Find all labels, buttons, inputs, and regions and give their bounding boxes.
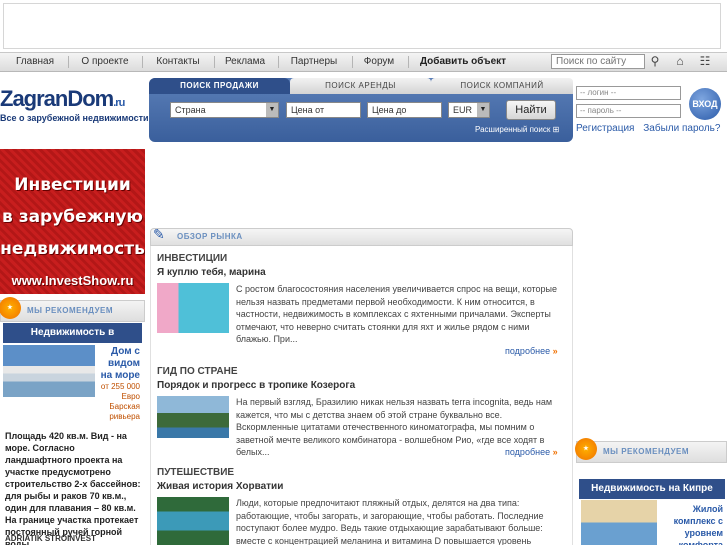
chevron-down-icon: ▼	[266, 103, 278, 117]
login-field[interactable]: -- логин --	[576, 86, 681, 100]
price-to-placeholder: Цена до	[372, 105, 407, 115]
country-select[interactable]: Страна ▼	[170, 102, 279, 118]
more-link[interactable]: подробнее »	[505, 346, 558, 356]
nav-about[interactable]: О проекте	[74, 53, 136, 71]
nav-partners[interactable]: Партнеры	[284, 53, 344, 71]
cyprus-title-bar[interactable]: Недвижимость на Кипре	[579, 479, 725, 499]
recommend-left-header: ★ МЫ РЕКОМЕНДУЕМ	[0, 297, 145, 322]
market-review-title: ОБЗОР РЫНКА	[177, 232, 243, 241]
article-image[interactable]	[157, 283, 229, 333]
recommend-badge-icon: ★	[0, 297, 21, 319]
article-image[interactable]	[157, 396, 229, 438]
article-text: Люди, которые предпочитают пляжный отдых…	[236, 498, 544, 545]
logo-tagline: Все о зарубежной недвижимости	[0, 113, 149, 123]
price-from-placeholder: Цена от	[291, 105, 325, 115]
expand-icon: ⊞	[552, 125, 560, 134]
nav-separator	[68, 56, 69, 68]
tab-sale-search[interactable]: ПОИСК ПРОДАЖИ	[149, 78, 290, 94]
article-text: С ростом благосостояния населения увелич…	[236, 284, 558, 344]
site-logo[interactable]: ZagranDom.ru Все о зарубежной недвижимос…	[0, 86, 149, 126]
montenegro-company[interactable]: ADRIATIK STROINVEST	[5, 534, 96, 543]
forgot-password-link[interactable]: Забыли пароль?	[643, 123, 720, 134]
nav-add-object[interactable]: Добавить объект	[418, 53, 508, 71]
advanced-search-link[interactable]: Расширенный поиск ⊞	[475, 125, 559, 134]
top-banner-area	[3, 3, 721, 49]
country-value: Страна	[175, 105, 206, 115]
nav-contacts[interactable]: Контакты	[148, 53, 208, 71]
nav-separator	[352, 56, 353, 68]
price-from-input[interactable]: Цена от	[286, 102, 361, 118]
sitemap-icon[interactable]: ☷	[698, 54, 712, 68]
currency-select[interactable]: EUR ▼	[448, 102, 490, 118]
banner-line: Инвестиции	[14, 175, 131, 195]
article-headline[interactable]: Я куплю тебя, марина	[157, 267, 266, 278]
nav-forum[interactable]: Форум	[358, 53, 400, 71]
enter-button[interactable]: ВХОД	[689, 88, 721, 120]
pencil-icon: ✎	[153, 226, 165, 242]
montenegro-item-title[interactable]: Дом с видом на море	[97, 346, 140, 382]
chevron-down-icon: ▼	[477, 103, 489, 117]
recommend-left-title: МЫ РЕКОМЕНДУЕМ	[27, 306, 114, 315]
property-search-box: ПОИСК ПРОДАЖИ ПОИСК АРЕНДЫ ПОИСК КОМПАНИ…	[149, 78, 573, 142]
montenegro-item-description: Площадь 420 кв.м. Вид - на море. Согласн…	[5, 431, 141, 545]
nav-separator	[278, 56, 279, 68]
double-arrow-icon: »	[552, 346, 558, 356]
password-field[interactable]: -- пароль --	[576, 104, 681, 118]
site-search-input[interactable]	[551, 54, 645, 69]
price-to-input[interactable]: Цена до	[367, 102, 442, 118]
register-link[interactable]: Регистрация	[576, 123, 634, 134]
account-links: Регистрация Забыли пароль?	[576, 123, 726, 134]
section-category[interactable]: ИНВЕСТИЦИИ	[157, 253, 227, 264]
recommend-badge-icon: ★	[575, 438, 597, 460]
home-icon[interactable]: ⌂	[673, 54, 687, 68]
banner-site: www.InvestShow.ru	[11, 273, 134, 288]
nav-ads[interactable]: Реклама	[220, 53, 270, 71]
nav-separator	[214, 56, 215, 68]
logo-tld: .ru	[113, 97, 125, 109]
find-button[interactable]: Найти	[506, 100, 556, 120]
currency-value: EUR	[453, 105, 473, 115]
banner-line: в зарубежную	[2, 207, 143, 227]
logo-name: ZagranDom.ru	[0, 86, 125, 111]
more-link[interactable]: подробнее »	[505, 447, 558, 457]
montenegro-house-image[interactable]	[3, 345, 95, 397]
section-category[interactable]: ГИД ПО СТРАНЕ	[157, 366, 238, 377]
nav-home[interactable]: Главная	[8, 53, 62, 71]
section-category[interactable]: ПУТЕШЕСТВИЕ	[157, 467, 234, 478]
recommend-right-header: ★ МЫ РЕКОМЕНДУЕМ	[575, 438, 727, 463]
cyprus-item-text[interactable]: Жилой комплекс с уровнем комфорта	[661, 503, 723, 545]
double-arrow-icon: »	[552, 447, 558, 457]
article-headline[interactable]: Живая история Хорватии	[157, 481, 283, 492]
nav-separator	[142, 56, 143, 68]
investshow-banner[interactable]: Инвестиции в зарубежную недвижимость www…	[0, 149, 145, 294]
tab-rent-search[interactable]: ПОИСК АРЕНДЫ	[290, 78, 431, 94]
montenegro-item-price: от 255 000 Евро Барская ривьера	[100, 382, 140, 421]
search-icon[interactable]: ⚲	[648, 54, 662, 68]
banner-line: недвижимость	[0, 239, 145, 259]
nav-separator	[408, 56, 409, 68]
montenegro-title-bar[interactable]: Недвижимость в Черногории	[3, 323, 142, 358]
cyprus-complex-image[interactable]	[581, 500, 657, 545]
tab-company-search[interactable]: ПОИСК КОМПАНИЙ	[431, 78, 573, 94]
market-review-header: ✎ ОБЗОР РЫНКА	[150, 226, 573, 246]
recommend-right-title: МЫ РЕКОМЕНДУЕМ	[603, 447, 690, 456]
article-headline[interactable]: Порядок и прогресс в тропике Козерога	[157, 380, 355, 391]
article-image[interactable]	[157, 497, 229, 545]
